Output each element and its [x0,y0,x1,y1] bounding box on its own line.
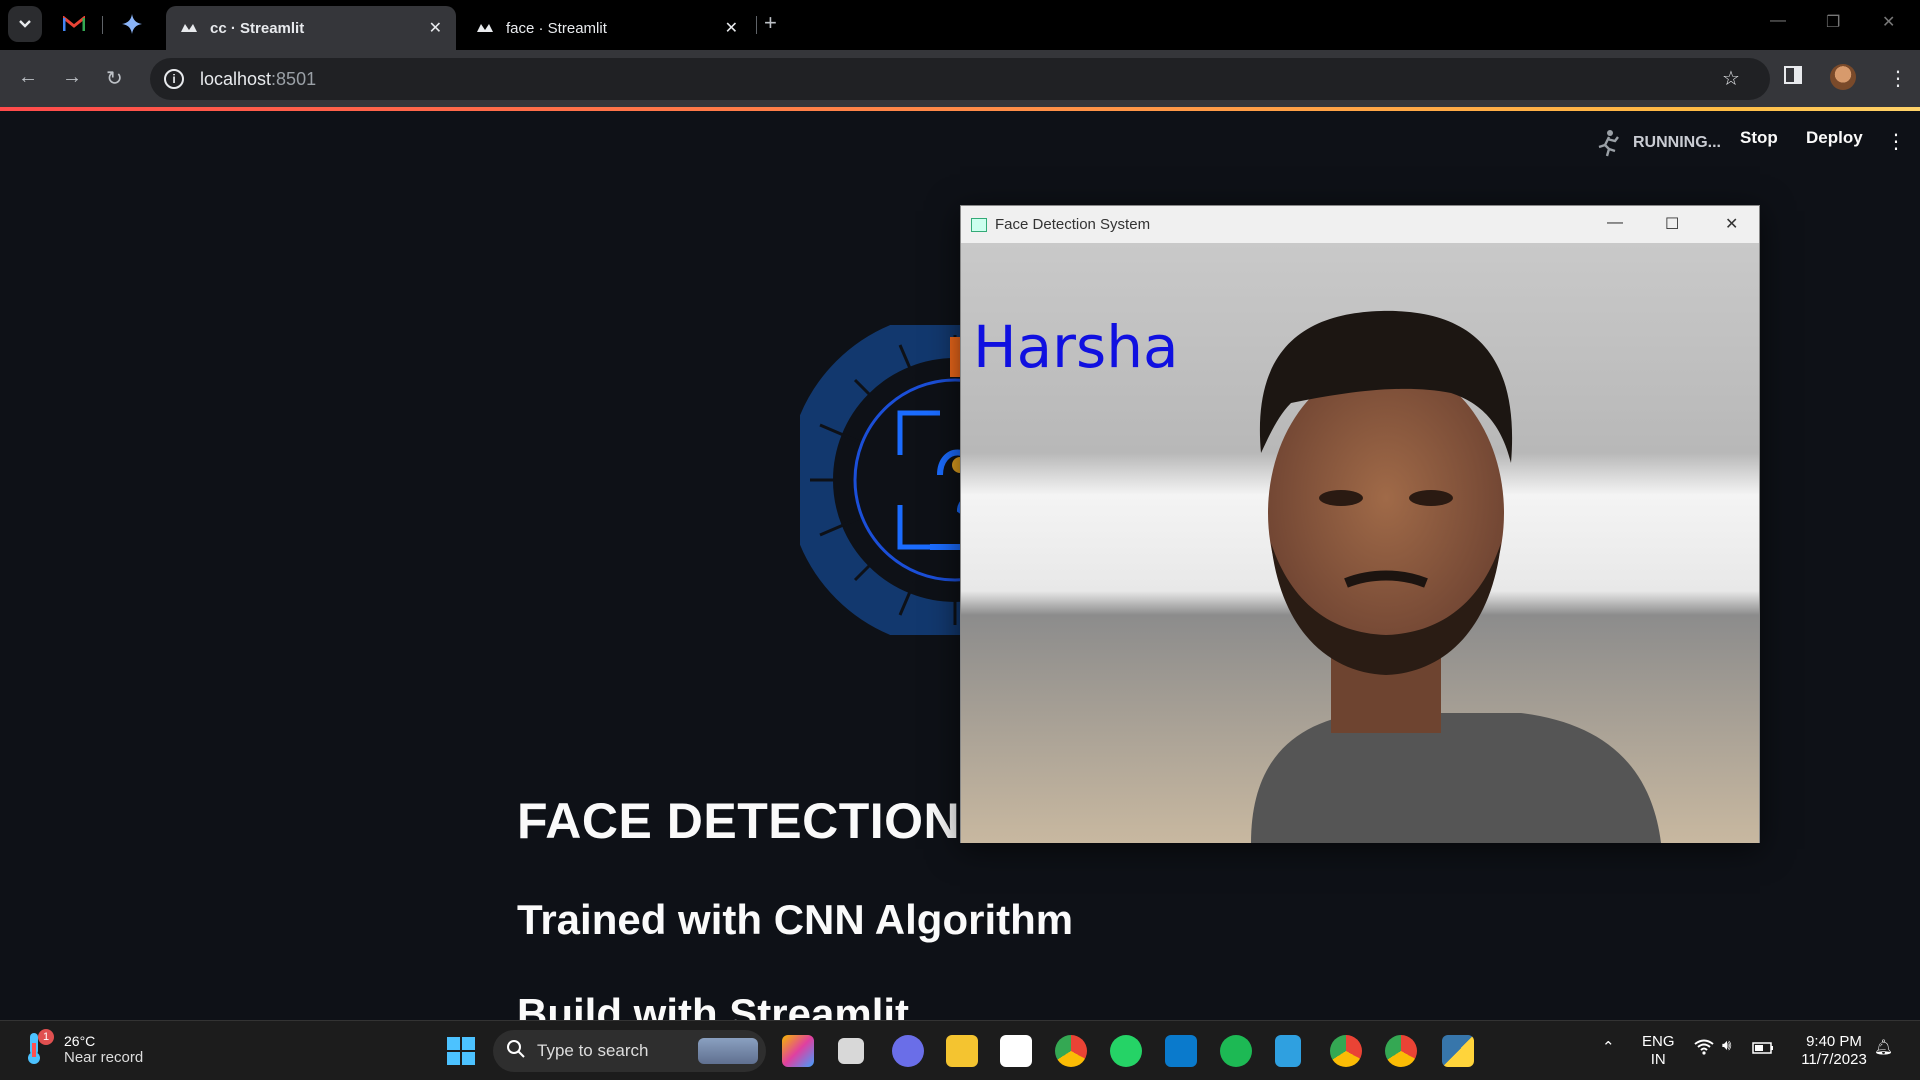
notification-badge: 1 [38,1029,54,1045]
cv-window-title: Face Detection System [995,216,1151,233]
temperature: 26°C [64,1032,96,1049]
chevron-up-icon[interactable]: ⌃ [1602,1039,1615,1057]
weather-widget[interactable]: 1 26°C Near record [24,1029,144,1067]
running-status: RUNNING... [1595,129,1721,157]
browser-tab-bar: cc · Streamlit ✕ face · Streamlit ✕ + — … [0,0,1920,50]
app-icon [971,217,987,232]
back-icon[interactable]: ← [18,66,38,89]
clock[interactable]: 9:40 PM 11/7/2023 [1794,1033,1874,1069]
cv-window-titlebar[interactable]: Face Detection System [961,206,1759,243]
wifi-icon[interactable] [1694,1039,1714,1060]
camera-feed: Harsha [961,243,1759,843]
star-icon[interactable]: ☆ [1722,66,1740,91]
url-host: localhost [200,68,272,89]
streamlit-icon [476,20,494,37]
tab-cc-streamlit[interactable]: cc · Streamlit ✕ [166,6,456,50]
running-man-icon [1598,130,1619,157]
language-code: ENG [1642,1033,1675,1050]
url-port: :8501 [271,68,317,89]
tab-title: cc · Streamlit [210,19,305,37]
forward-icon[interactable]: → [62,66,82,89]
reload-icon[interactable]: ↻ [106,66,123,91]
weather-condition: Near record [64,1048,144,1066]
menu-icon[interactable]: ⋮ [1888,66,1908,91]
python-icon[interactable] [1442,1035,1474,1067]
task-view-icon[interactable] [838,1038,864,1064]
notepad-icon[interactable] [1275,1035,1301,1067]
search-icon [507,1039,525,1063]
gmail-icon[interactable] [60,10,88,38]
close-icon[interactable]: ✕ [429,18,442,38]
thermometer-icon: 1 [24,1029,54,1067]
windows-taskbar: 1 26°C Near record Type to search ⌃ ENG … [0,1020,1920,1080]
deploy-button[interactable]: Deploy [1806,128,1863,148]
volume-icon[interactable]: 🔊︎ [1722,1037,1731,1055]
tab-face-streamlit[interactable]: face · Streamlit ✕ [462,6,752,50]
page-title: FACE DETECTION [517,793,961,849]
tab-list-icon[interactable] [8,6,42,42]
detected-name-label: Harsha [973,313,1179,381]
file-explorer-icon[interactable] [946,1035,978,1067]
search-highlight-image [698,1038,758,1064]
new-tab-icon[interactable]: + [764,10,777,36]
chrome-profile2-icon[interactable] [1385,1035,1417,1067]
side-panel-icon[interactable] [1784,66,1802,90]
address-bar[interactable]: i localhost:8501 [150,58,1770,100]
window-close-icon[interactable]: ✕ [1882,12,1895,32]
status-text: RUNNING... [1633,134,1721,151]
region-code: IN [1650,1051,1666,1068]
maximize-icon[interactable]: ☐ [1665,214,1679,234]
windows-start-icon[interactable] [447,1037,475,1065]
tab-divider [102,16,103,34]
minimize-icon[interactable]: — [1770,12,1786,30]
battery-icon[interactable] [1752,1041,1774,1059]
streamlit-header: RUNNING... Stop Deploy ⋮ [0,111,1920,166]
close-icon[interactable]: ✕ [1725,214,1738,234]
teams-icon[interactable] [892,1035,924,1067]
search-placeholder: Type to search [537,1041,649,1060]
spotify-icon[interactable] [1220,1035,1252,1067]
vscode-icon[interactable] [1165,1035,1197,1067]
date: 11/7/2023 [1801,1051,1867,1068]
browser-toolbar: ← → ↻ i localhost:8501 ☆ ⋮ [0,50,1920,108]
streamlit-icon [180,20,198,37]
taskbar-search[interactable]: Type to search [493,1030,766,1072]
info-icon[interactable]: i [164,69,184,89]
chrome-profile-icon[interactable] [1330,1035,1362,1067]
tab-title: face · Streamlit [506,19,607,37]
minimize-icon[interactable]: — [1607,214,1623,232]
profile-avatar[interactable] [1830,64,1856,90]
restore-icon[interactable]: ❐ [1826,12,1840,32]
tab-divider [756,16,757,34]
chrome-icon[interactable] [1055,1035,1087,1067]
store-icon[interactable] [1000,1035,1032,1067]
whatsapp-icon[interactable] [1110,1035,1142,1067]
notification-bell-icon[interactable]: 🔔︎ [1874,1039,1893,1057]
time: 9:40 PM [1806,1033,1862,1050]
gemini-icon[interactable] [118,10,146,38]
copilot-icon[interactable] [782,1035,814,1067]
subtitle-cnn: Trained with CNN Algorithm [517,896,1074,943]
face-detection-window[interactable]: Face Detection System — ☐ ✕ Harsha [960,205,1760,843]
language-indicator[interactable]: ENG IN [1642,1033,1675,1069]
main-menu-icon[interactable]: ⋮ [1886,129,1906,154]
close-icon[interactable]: ✕ [725,18,738,38]
stop-button[interactable]: Stop [1740,128,1778,148]
